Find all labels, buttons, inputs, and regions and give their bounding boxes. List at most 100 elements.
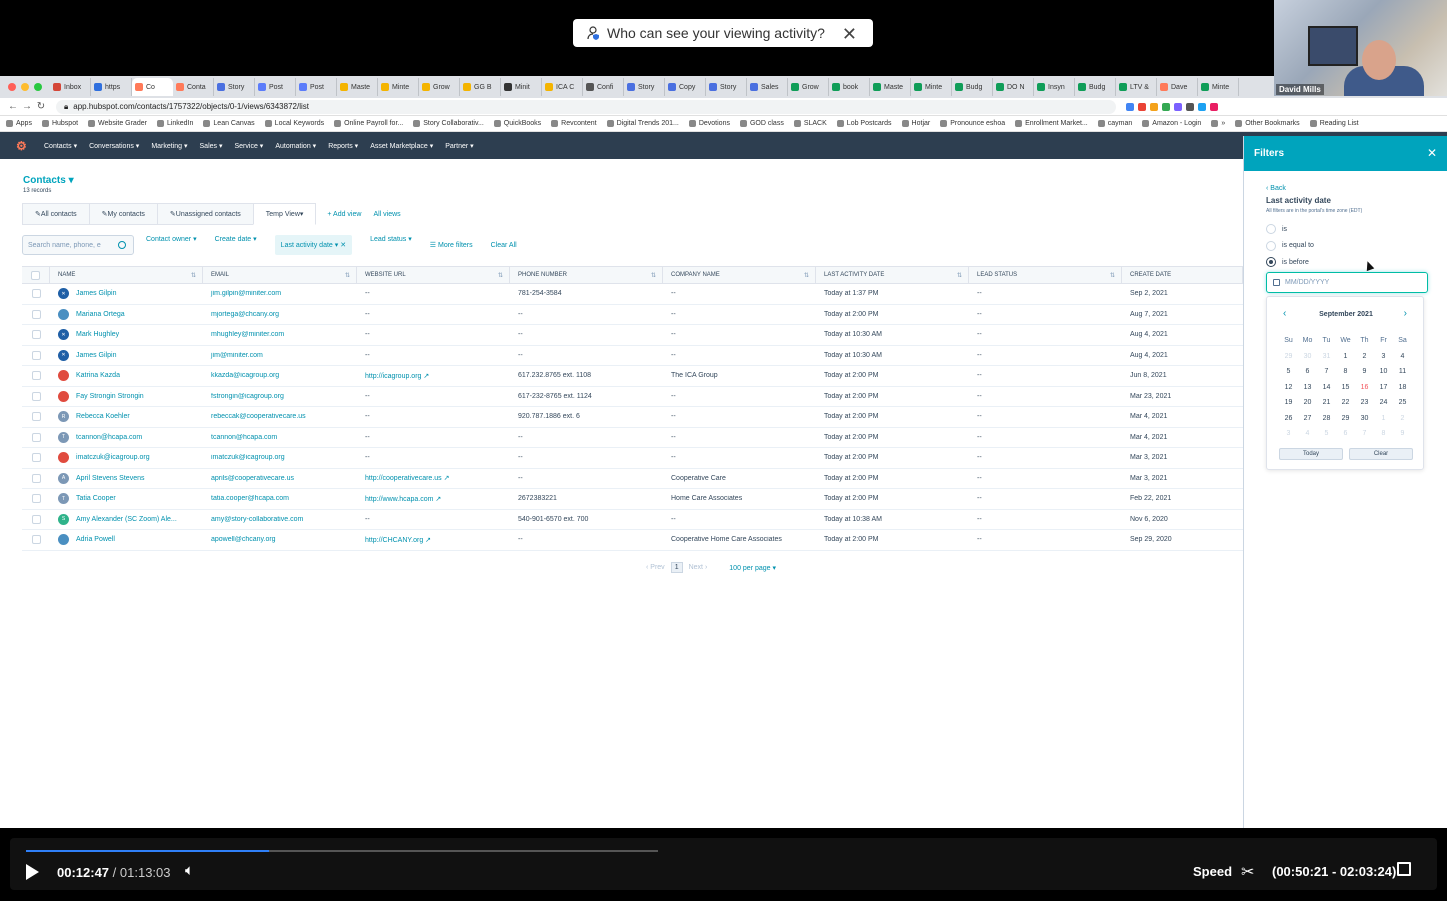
row-checkbox[interactable] (22, 412, 50, 422)
filter-dropdown[interactable]: Lead status ▾ (370, 235, 412, 255)
browser-tab[interactable]: Dave (1157, 78, 1198, 96)
browser-tab[interactable]: DO N (993, 78, 1034, 96)
bookmark-item[interactable]: Apps (6, 120, 32, 127)
bookmark-item[interactable]: Lob Postcards (836, 120, 892, 127)
nav-item[interactable]: Sales ▾ (200, 142, 223, 150)
filter-option-radio[interactable]: is before (1266, 257, 1309, 267)
checkbox[interactable] (31, 494, 41, 504)
calendar-day[interactable]: 2 (1355, 353, 1374, 360)
browser-tab[interactable]: Minit (501, 78, 542, 96)
calendar-day[interactable]: 1 (1336, 353, 1355, 360)
email-cell[interactable]: amy@story-collaborative.com (203, 516, 357, 523)
email-cell[interactable]: mhughley@miniter.com (203, 331, 357, 338)
bookmark-item[interactable]: Hotjar (901, 120, 930, 127)
extension-icon[interactable] (1138, 102, 1146, 111)
view-tab[interactable]: ✎ Unassigned contacts (156, 203, 254, 225)
url-field[interactable]: 🔒︎ app.hubspot.com/contacts/1757322/objec… (56, 99, 1116, 114)
browser-tab[interactable]: ICA C (542, 78, 583, 96)
checkbox[interactable] (31, 514, 41, 524)
checkbox[interactable] (31, 432, 41, 442)
column-header[interactable]: LEAD STATUS ⇅ (969, 266, 1122, 284)
extension-icon[interactable] (1210, 102, 1218, 111)
row-checkbox[interactable] (22, 289, 50, 299)
checkbox[interactable] (31, 453, 41, 463)
calendar-day[interactable]: 1 (1374, 415, 1393, 422)
select-all-checkbox[interactable] (22, 266, 50, 284)
calendar-day[interactable]: 24 (1374, 399, 1393, 406)
bookmark-item[interactable]: Pronounce eshoa (940, 120, 1005, 127)
calendar-day[interactable]: 5 (1279, 368, 1298, 375)
browser-tab[interactable]: Grow (788, 78, 829, 96)
row-checkbox[interactable] (22, 309, 50, 319)
row-checkbox[interactable] (22, 514, 50, 524)
calendar-day[interactable]: 8 (1336, 368, 1355, 375)
prev-button[interactable]: ‹ Prev (646, 564, 665, 571)
calendar-day[interactable]: 26 (1279, 415, 1298, 422)
filter-option-radio[interactable]: is equal to (1266, 240, 1314, 251)
bookmark-item[interactable]: Digital Trends 201... (606, 120, 679, 127)
browser-tab[interactable]: Inbox (50, 78, 91, 96)
nav-item[interactable]: Contacts ▾ (44, 142, 77, 150)
checkbox[interactable] (31, 473, 41, 483)
sort-icon[interactable]: ⇅ (345, 272, 350, 279)
contact-name-link[interactable]: tcannon@hcapa.com (76, 434, 142, 441)
nav-item[interactable]: Marketing ▾ (151, 142, 187, 150)
browser-tab[interactable]: Post (296, 78, 337, 96)
sort-icon[interactable]: ⇅ (191, 272, 196, 279)
column-header[interactable]: CREATE DATE (1122, 266, 1243, 284)
column-header[interactable]: EMAIL ⇅ (203, 266, 357, 284)
browser-tab[interactable]: LTV & (1116, 78, 1157, 96)
contact-name-link[interactable]: Mariana Ortega (76, 311, 125, 318)
bookmark-item[interactable]: Story Collaborativ... (413, 120, 484, 127)
date-input[interactable]: MM/DD/YYYY (1266, 272, 1428, 293)
browser-tab[interactable]: Grow (419, 78, 460, 96)
back-arrow-icon[interactable]: ← (6, 101, 20, 112)
email-cell[interactable]: apowell@chcany.org (203, 536, 357, 543)
bookmark-item[interactable]: Local Keywords (264, 120, 324, 127)
volume-icon[interactable]: 🔈︎ (185, 862, 194, 879)
bookmark-item[interactable]: Online Payroll for... (334, 120, 403, 127)
clear-all-button[interactable]: Clear All (491, 242, 517, 249)
calendar-day[interactable]: 22 (1336, 399, 1355, 406)
row-checkbox[interactable] (22, 330, 50, 340)
extension-icon[interactable] (1186, 102, 1194, 111)
extension-icon[interactable] (1162, 102, 1170, 111)
calendar-day[interactable]: 2 (1393, 415, 1412, 422)
filter-dropdown[interactable]: Create date ▾ (215, 235, 257, 255)
checkbox[interactable] (31, 535, 41, 545)
external-link-icon[interactable]: ↗ (442, 475, 450, 482)
calendar-day[interactable]: 30 (1298, 353, 1317, 360)
bookmark-item[interactable]: LinkedIn (156, 120, 193, 127)
calendar-day[interactable]: 29 (1336, 415, 1355, 422)
play-icon[interactable] (26, 864, 39, 880)
column-header[interactable]: NAME ⇅ (50, 266, 203, 284)
add-view-button[interactable]: + Add view (327, 203, 361, 225)
sort-icon[interactable]: ⇅ (957, 272, 962, 279)
sort-icon[interactable]: ⇅ (1110, 272, 1115, 279)
filter-dropdown[interactable]: Last activity date ▾ ✕ (274, 235, 353, 255)
email-cell[interactable]: tcannon@hcapa.com (203, 434, 357, 441)
sort-icon[interactable]: ⇅ (804, 272, 809, 279)
extension-icon[interactable] (1150, 102, 1158, 111)
forward-arrow-icon[interactable]: → (20, 101, 34, 112)
nav-item[interactable]: Asset Marketplace ▾ (370, 142, 433, 150)
fullscreen-icon[interactable] (1397, 862, 1411, 876)
radio-button[interactable] (1266, 257, 1276, 267)
speed-button[interactable]: Speed (1193, 864, 1232, 879)
calendar-day[interactable]: 10 (1374, 368, 1393, 375)
website-link[interactable]: http://icagroup.org (365, 373, 421, 380)
calendar-day[interactable]: 3 (1374, 353, 1393, 360)
reload-icon[interactable]: ↻ (34, 101, 48, 112)
browser-tab[interactable]: Minte (1198, 78, 1239, 96)
browser-tab[interactable]: Minte (911, 78, 952, 96)
external-link-icon[interactable]: ↗ (433, 496, 441, 503)
row-checkbox[interactable] (22, 350, 50, 360)
email-cell[interactable]: aprils@cooperativecare.us (203, 475, 357, 482)
browser-tab[interactable]: book (829, 78, 870, 96)
checkbox[interactable] (31, 330, 41, 340)
bookmark-item[interactable]: Hubspot (41, 120, 78, 127)
nav-item[interactable]: Automation ▾ (275, 142, 316, 150)
browser-tab[interactable]: Conta (173, 78, 214, 96)
bookmark-item[interactable]: cayman (1097, 120, 1132, 127)
calendar-day[interactable]: 16 (1355, 384, 1374, 391)
